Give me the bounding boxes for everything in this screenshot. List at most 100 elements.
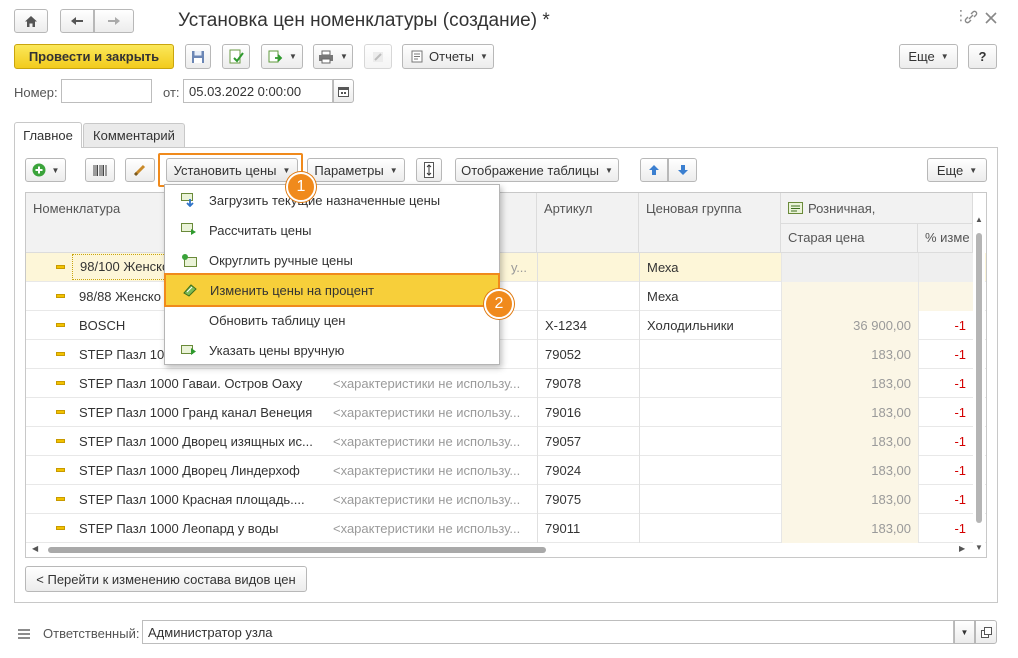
cell-price-group[interactable]: Меха — [639, 253, 781, 282]
responsible-dropdown-button[interactable]: ▼ — [954, 620, 975, 644]
cell-article[interactable]: 79078 — [537, 369, 639, 398]
col-retail[interactable]: Розничная, — [781, 193, 973, 224]
cell-article[interactable]: 79024 — [537, 456, 639, 485]
forward-button[interactable] — [94, 9, 134, 33]
cell-nomenclature[interactable]: STEP Пазл 1000 Гаваи. Остров Оаху — [72, 369, 332, 398]
number-field[interactable] — [61, 79, 152, 103]
cell-characteristic[interactable]: <характеристики не использу... — [326, 456, 537, 485]
cell-percent[interactable]: -1 — [918, 398, 973, 427]
table-row[interactable]: STEP Пазл 1000 Дворец изящных ис... <хара… — [26, 427, 986, 456]
scroll-left-icon[interactable]: ◀ — [32, 544, 38, 553]
go-change-price-types-button[interactable]: < Перейти к изменению состава видов цен — [25, 566, 307, 592]
cell-percent[interactable]: -1 — [918, 311, 973, 340]
cell-old-price[interactable]: 183,00 — [781, 398, 918, 427]
help-button[interactable]: ? — [968, 44, 997, 69]
cell-percent[interactable]: -1 — [918, 514, 973, 543]
cell-price-group[interactable] — [639, 427, 781, 456]
cell-percent[interactable] — [918, 282, 973, 311]
table-row[interactable]: STEP Пазл 1000 Красная площадь.... <харак… — [26, 485, 986, 514]
edit-disabled-button[interactable] — [364, 44, 392, 69]
table-row[interactable]: STEP Пазл 1000 Дворец Линдерхоф <характер… — [26, 456, 986, 485]
row-height-button[interactable] — [416, 158, 442, 182]
col-price-group[interactable]: Ценовая группа — [639, 193, 781, 253]
home-button[interactable] — [14, 9, 48, 33]
table-display-button[interactable]: Отображение таблицы ▼ — [455, 158, 619, 182]
cell-price-group[interactable] — [639, 485, 781, 514]
cell-article[interactable] — [537, 253, 639, 282]
responsible-open-button[interactable] — [975, 620, 997, 644]
table-row[interactable]: STEP Пазл 1000 Леопард у воды <характерис… — [26, 514, 986, 543]
cell-percent[interactable]: -1 — [918, 485, 973, 514]
scroll-right-icon[interactable]: ▶ — [959, 544, 965, 553]
cell-article[interactable]: 79057 — [537, 427, 639, 456]
cell-article[interactable]: 79052 — [537, 340, 639, 369]
cell-article[interactable]: 79016 — [537, 398, 639, 427]
tab-main[interactable]: Главное — [14, 122, 82, 148]
cell-nomenclature[interactable]: STEP Пазл 1000 Гранд канал Венеция — [72, 398, 332, 427]
maximize-icon[interactable] — [964, 12, 975, 23]
add-row-button[interactable]: ▼ — [25, 158, 66, 182]
responsible-field[interactable]: Администратор узла — [142, 620, 954, 644]
cell-old-price[interactable] — [781, 282, 918, 311]
scroll-up-icon[interactable]: ▲ — [975, 215, 983, 224]
cell-nomenclature[interactable]: STEP Пазл 1000 Леопард у воды — [72, 514, 332, 543]
move-up-button[interactable] — [640, 158, 668, 182]
cell-nomenclature[interactable]: STEP Пазл 1000 Дворец изящных ис... — [72, 427, 332, 456]
calendar-button[interactable] — [333, 79, 354, 103]
horizontal-scrollbar[interactable]: ◀ ▶ — [26, 543, 973, 557]
cell-price-group[interactable] — [639, 369, 781, 398]
pick-button[interactable] — [125, 158, 155, 182]
horizontal-scroll-thumb[interactable] — [48, 547, 546, 553]
move-down-button[interactable] — [668, 158, 697, 182]
cell-percent[interactable]: -1 — [918, 369, 973, 398]
cell-percent[interactable]: -1 — [918, 456, 973, 485]
cell-percent[interactable] — [918, 253, 973, 282]
print-button[interactable]: ▼ — [313, 44, 353, 69]
cell-price-group[interactable] — [639, 340, 781, 369]
barcode-button[interactable] — [85, 158, 115, 182]
cell-nomenclature[interactable]: STEP Пазл 1000 Красная площадь.... — [72, 485, 332, 514]
cell-article[interactable]: 79011 — [537, 514, 639, 543]
reports-button[interactable]: Отчеты ▼ — [402, 44, 494, 69]
cell-old-price[interactable]: 183,00 — [781, 514, 918, 543]
cell-price-group[interactable] — [639, 398, 781, 427]
menu-item-manual[interactable]: Указать цены вручную — [165, 335, 499, 365]
col-percent[interactable]: % изме — [918, 224, 973, 253]
post-and-close-button[interactable]: Провести и закрыть — [14, 44, 174, 69]
back-button[interactable] — [60, 9, 94, 33]
cell-nomenclature[interactable]: STEP Пазл 1000 Дворец Линдерхоф — [72, 456, 332, 485]
params-button[interactable]: Параметры ▼ — [307, 158, 405, 182]
scroll-down-icon[interactable]: ▼ — [975, 543, 983, 552]
more-vert-icon[interactable]: ⋮ — [954, 8, 968, 29]
cell-article[interactable]: X-1234 — [537, 311, 639, 340]
menu-item-refresh-table[interactable]: Обновить таблицу цен — [165, 305, 499, 335]
post-button[interactable] — [222, 44, 250, 69]
close-icon[interactable] — [985, 12, 997, 24]
cell-old-price[interactable]: 183,00 — [781, 340, 918, 369]
cell-old-price[interactable]: 183,00 — [781, 485, 918, 514]
menu-item-change-percent[interactable]: Изменить цены на процент — [164, 273, 500, 307]
menu-item-calculate[interactable]: Рассчитать цены — [165, 215, 499, 245]
cell-article[interactable] — [537, 282, 639, 311]
cell-characteristic[interactable]: <характеристики не использу... — [326, 398, 537, 427]
vertical-scroll-thumb[interactable] — [976, 233, 982, 523]
cell-characteristic[interactable]: <характеристики не использу... — [326, 427, 537, 456]
cell-article[interactable]: 79075 — [537, 485, 639, 514]
table-row[interactable]: STEP Пазл 1000 Гаваи. Остров Оаху <характ… — [26, 369, 986, 398]
cell-price-group[interactable]: Меха — [639, 282, 781, 311]
save-button[interactable] — [185, 44, 211, 69]
col-old-price[interactable]: Старая цена — [781, 224, 918, 253]
set-prices-button[interactable]: Установить цены ▼ — [166, 158, 298, 182]
cell-price-group[interactable] — [639, 456, 781, 485]
cell-old-price[interactable] — [781, 253, 918, 282]
date-field[interactable]: 05.03.2022 0:00:00 — [183, 79, 333, 103]
cell-characteristic[interactable]: <характеристики не использу... — [326, 369, 537, 398]
col-article[interactable]: Артикул — [537, 193, 639, 253]
more-button[interactable]: Еще ▼ — [899, 44, 958, 69]
cell-price-group[interactable]: Холодильники — [639, 311, 781, 340]
cell-characteristic[interactable]: <характеристики не использу... — [326, 485, 537, 514]
table-row[interactable]: STEP Пазл 1000 Гранд канал Венеция <харак… — [26, 398, 986, 427]
cell-percent[interactable]: -1 — [918, 340, 973, 369]
cell-old-price[interactable]: 183,00 — [781, 456, 918, 485]
vertical-scrollbar[interactable]: ▲ ▼ — [973, 213, 985, 557]
